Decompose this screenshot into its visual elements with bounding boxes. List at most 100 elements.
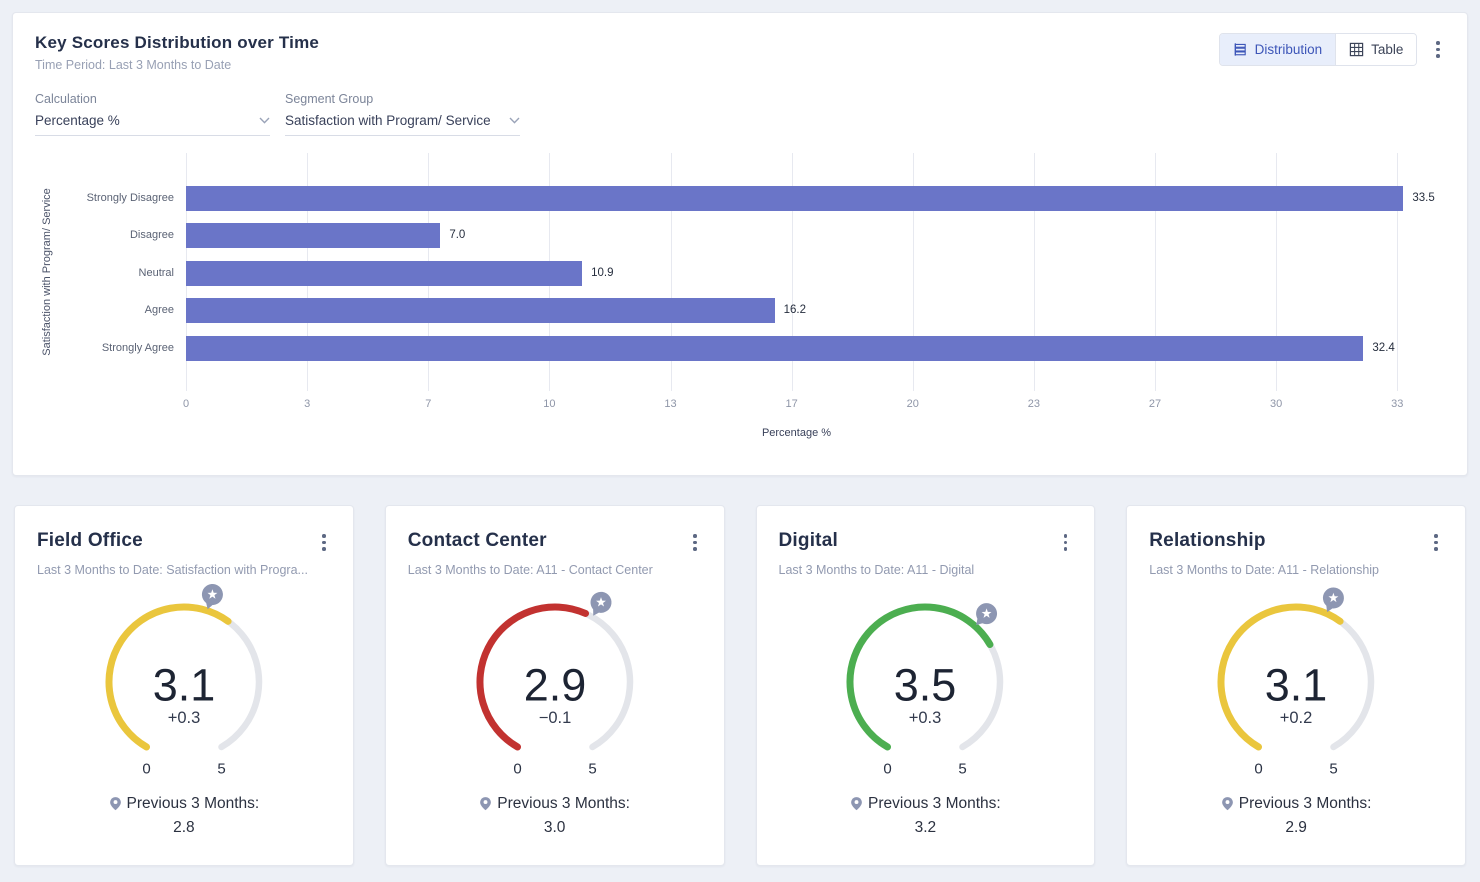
kebab-menu-button[interactable] [1431,37,1445,62]
bar-value-label: 10.9 [591,261,613,286]
y-axis-title: Satisfaction with Program/ Service [41,188,53,356]
gauge-card-subtitle: Last 3 Months to Date: A11 - Relationshi… [1149,563,1443,577]
kebab-menu-button[interactable] [1429,530,1443,555]
kebab-menu-button[interactable] [1059,530,1073,555]
gauge-max-label: 5 [217,760,225,777]
kebab-icon [1436,41,1440,45]
gauge-value: 3.1 [1265,659,1328,710]
category-label: Strongly Disagree [87,186,174,211]
kebab-menu-button[interactable] [688,530,702,555]
kebab-icon [1434,534,1438,538]
segment-group-filter: Segment Group Satisfaction with Program/… [285,92,520,136]
x-tick-label: 3 [304,398,310,410]
previous-period-label: Previous 3 Months: [1239,795,1372,813]
bar[interactable] [186,298,775,323]
filter-row: Calculation Percentage % Segment Group S… [35,92,1445,136]
gauge: 3.1 +0.3 0 5 [37,583,331,785]
previous-period-value: 2.8 [37,819,331,837]
distribution-bar-chart: Satisfaction with Program/ Service Stron… [35,153,1445,439]
gauge-chart: 2.9 −0.1 0 5 [445,583,665,785]
gauge-delta: +0.3 [909,709,942,727]
gauge: 3.5 +0.3 0 5 [779,583,1073,785]
x-axis-title: Percentage % [186,427,1407,439]
x-tick-label: 23 [1028,398,1040,410]
previous-period-value: 3.2 [779,819,1073,837]
x-tick-label: 10 [543,398,555,410]
card-header-text: Key Scores Distribution over Time Time P… [35,33,319,72]
gauge-max-label: 5 [588,760,596,777]
gauge-card-subtitle: Last 3 Months to Date: Satisfaction with… [37,563,331,577]
gauge-card-header: Contact Center [408,530,702,555]
x-tick-label: 20 [907,398,919,410]
gauge-card-contact-center: Contact Center Last 3 Months to Date: A1… [385,505,725,866]
x-tick-label: 30 [1270,398,1282,410]
bar[interactable] [186,186,1403,211]
plot-area: Strongly Disagree33.5Disagree7.0Neutral1… [186,153,1407,391]
kebab-icon [1064,534,1068,538]
category-label: Strongly Agree [102,336,174,361]
gauge-card-title: Field Office [37,530,143,552]
segment-group-filter-label: Segment Group [285,92,520,106]
gauge-card-subtitle: Last 3 Months to Date: A11 - Contact Cen… [408,563,702,577]
segment-group-selected-value: Satisfaction with Program/ Service [285,113,491,128]
calculation-select[interactable]: Percentage % [35,113,270,136]
gauge-delta: +0.3 [168,709,201,727]
distribution-chart-icon [1233,42,1248,57]
bar[interactable] [186,261,582,286]
calculation-filter-label: Calculation [35,92,270,106]
gauge-card-subtitle: Last 3 Months to Date: A11 - Digital [779,563,1073,577]
bar-value-label: 33.5 [1412,186,1434,211]
gauge-chart: 3.1 +0.2 0 5 [1186,583,1406,785]
bar[interactable] [186,223,440,248]
calculation-selected-value: Percentage % [35,113,120,128]
previous-period: Previous 3 Months: 3.0 [408,795,702,837]
x-tick-label: 13 [664,398,676,410]
gauge-min-label: 0 [1254,760,1262,777]
gauge-value: 2.9 [523,659,586,710]
location-pin-icon [1221,796,1234,811]
card-header: Key Scores Distribution over Time Time P… [35,33,1445,72]
table-view-button[interactable]: Table [1335,34,1416,65]
gauge-min-label: 0 [513,760,521,777]
category-label: Disagree [130,223,174,248]
x-tick-label: 33 [1391,398,1403,410]
gauge: 2.9 −0.1 0 5 [408,583,702,785]
x-axis-ticks: 0371013172023273033 [186,395,1407,415]
table-view-label: Table [1371,42,1403,57]
segment-group-select[interactable]: Satisfaction with Program/ Service [285,113,520,136]
gauge-card-digital: Digital Last 3 Months to Date: A11 - Dig… [756,505,1096,866]
gauge-chart: 3.1 +0.3 0 5 [74,583,294,785]
distribution-view-button[interactable]: Distribution [1220,34,1336,65]
category-label: Agree [145,298,174,323]
x-tick-label: 7 [425,398,431,410]
kebab-menu-button[interactable] [317,530,331,555]
gauge-max-label: 5 [959,760,967,777]
page-title: Key Scores Distribution over Time [35,33,319,53]
gauge-card-row: Field Office Last 3 Months to Date: Sati… [12,505,1468,866]
kebab-icon [693,534,697,538]
location-pin-icon [109,796,122,811]
view-toggle: Distribution Table [1219,33,1418,66]
x-tick-label: 27 [1149,398,1161,410]
x-tick-label: 17 [786,398,798,410]
time-period-subtitle: Time Period: Last 3 Months to Date [35,58,319,72]
gauge-card-title: Relationship [1149,530,1265,552]
gauge-card-title: Digital [779,530,838,552]
bar-value-label: 7.0 [449,223,465,248]
previous-period: Previous 3 Months: 2.8 [37,795,331,837]
bar-value-label: 16.2 [784,298,806,323]
gauge-card-header: Field Office [37,530,331,555]
gauge-min-label: 0 [884,760,892,777]
gauge-card-header: Digital [779,530,1073,555]
bar[interactable] [186,336,1363,361]
header-actions: Distribution Table [1219,33,1445,66]
gauge-card-title: Contact Center [408,530,547,552]
previous-period-label: Previous 3 Months: [497,795,630,813]
key-scores-card: Key Scores Distribution over Time Time P… [12,12,1468,476]
gauge-card-relationship: Relationship Last 3 Months to Date: A11 … [1126,505,1466,866]
gauge-max-label: 5 [1329,760,1337,777]
gauge-delta: +0.2 [1280,709,1313,727]
bar-value-label: 32.4 [1372,336,1394,361]
previous-period-label: Previous 3 Months: [868,795,1001,813]
gauge-card-field-office: Field Office Last 3 Months to Date: Sati… [14,505,354,866]
